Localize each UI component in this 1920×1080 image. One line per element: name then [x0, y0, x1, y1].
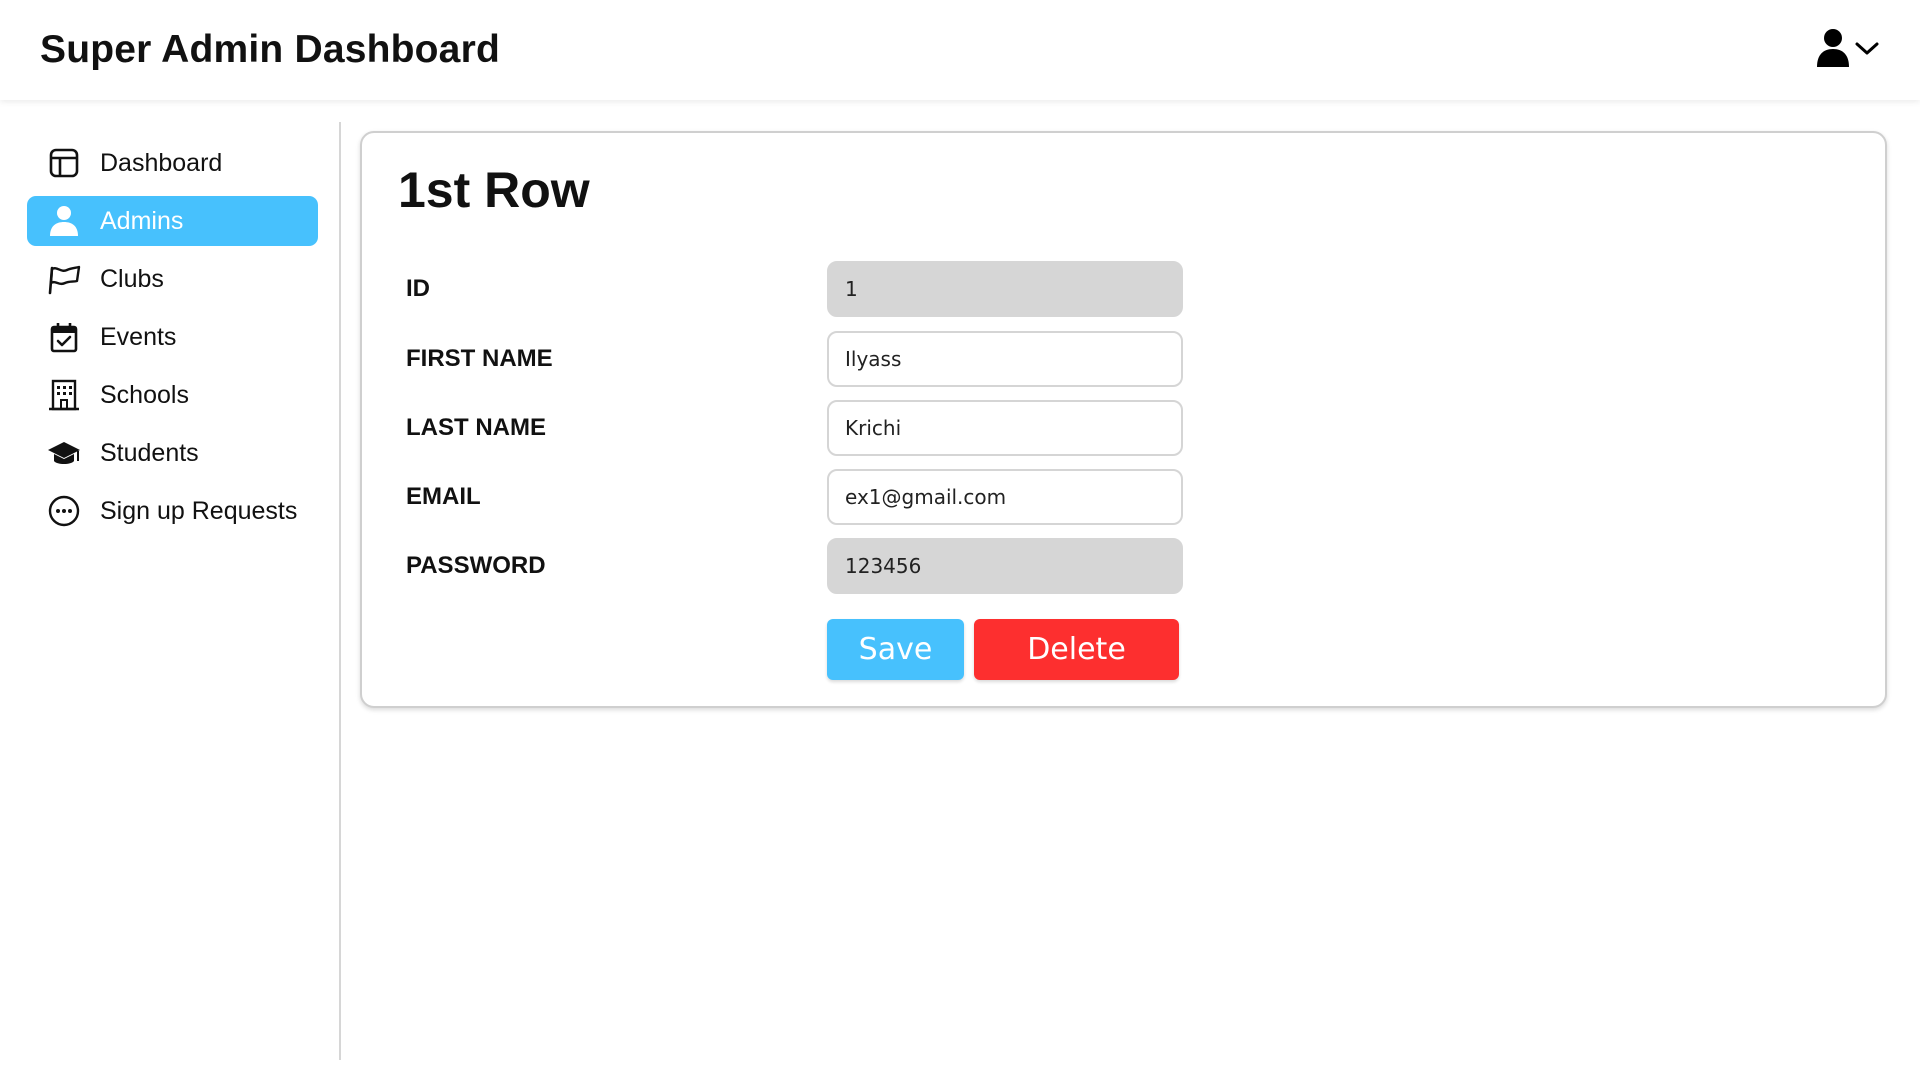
sidebar-item-label: Students: [100, 438, 199, 467]
dashboard-icon: [47, 146, 81, 180]
email-field[interactable]: [827, 469, 1183, 525]
save-button[interactable]: Save: [827, 619, 964, 680]
card-title: 1st Row: [398, 162, 590, 218]
sidebar-item-label: Dashboard: [100, 148, 223, 177]
sidebar-item-clubs[interactable]: Clubs: [27, 254, 318, 304]
form-row-id: ID: [406, 261, 1406, 317]
user-icon: [1816, 28, 1850, 73]
delete-button[interactable]: Delete: [974, 619, 1179, 680]
email-label: EMAIL: [406, 483, 481, 510]
flag-icon: [47, 262, 81, 296]
sidebar-item-events[interactable]: Events: [27, 312, 318, 362]
id-field[interactable]: [827, 261, 1183, 317]
last-name-label: LAST NAME: [406, 414, 546, 441]
graduation-cap-icon: [47, 436, 81, 470]
top-bar: Super Admin Dashboard: [0, 0, 1920, 100]
id-label: ID: [406, 275, 430, 302]
last-name-field[interactable]: [827, 400, 1183, 456]
app-title: Super Admin Dashboard: [40, 28, 500, 71]
edit-row-card: 1st Row ID FIRST NAME LAST NAME EMAIL PA…: [360, 131, 1887, 708]
building-icon: [47, 378, 81, 412]
form-row-last-name: LAST NAME: [406, 400, 1406, 456]
form-row-first-name: FIRST NAME: [406, 331, 1406, 387]
sidebar-item-schools[interactable]: Schools: [27, 370, 318, 420]
sidebar-item-sign-up-requests[interactable]: Sign up Requests: [27, 486, 318, 536]
sidebar-item-label: Sign up Requests: [100, 496, 298, 525]
chevron-down-icon: [1854, 38, 1880, 63]
user-menu[interactable]: [1816, 28, 1880, 73]
sidebar-item-admins[interactable]: Admins: [27, 196, 318, 246]
sidebar-item-dashboard[interactable]: Dashboard: [27, 138, 318, 188]
form-row-email: EMAIL: [406, 469, 1406, 525]
user-icon: [47, 204, 81, 238]
sidebar-item-label: Admins: [100, 206, 184, 235]
first-name-label: FIRST NAME: [406, 345, 553, 372]
sidebar-item-label: Events: [100, 322, 177, 351]
form-row-password: PASSWORD: [406, 538, 1406, 594]
password-label: PASSWORD: [406, 552, 546, 579]
more-circle-icon: [47, 494, 81, 528]
password-field[interactable]: [827, 538, 1183, 594]
first-name-field[interactable]: [827, 331, 1183, 387]
sidebar: Dashboard Admins Clubs Events Schools St…: [0, 122, 341, 1060]
calendar-check-icon: [47, 320, 81, 354]
sidebar-item-label: Schools: [100, 380, 189, 409]
sidebar-item-label: Clubs: [100, 264, 164, 293]
sidebar-item-students[interactable]: Students: [27, 428, 318, 478]
